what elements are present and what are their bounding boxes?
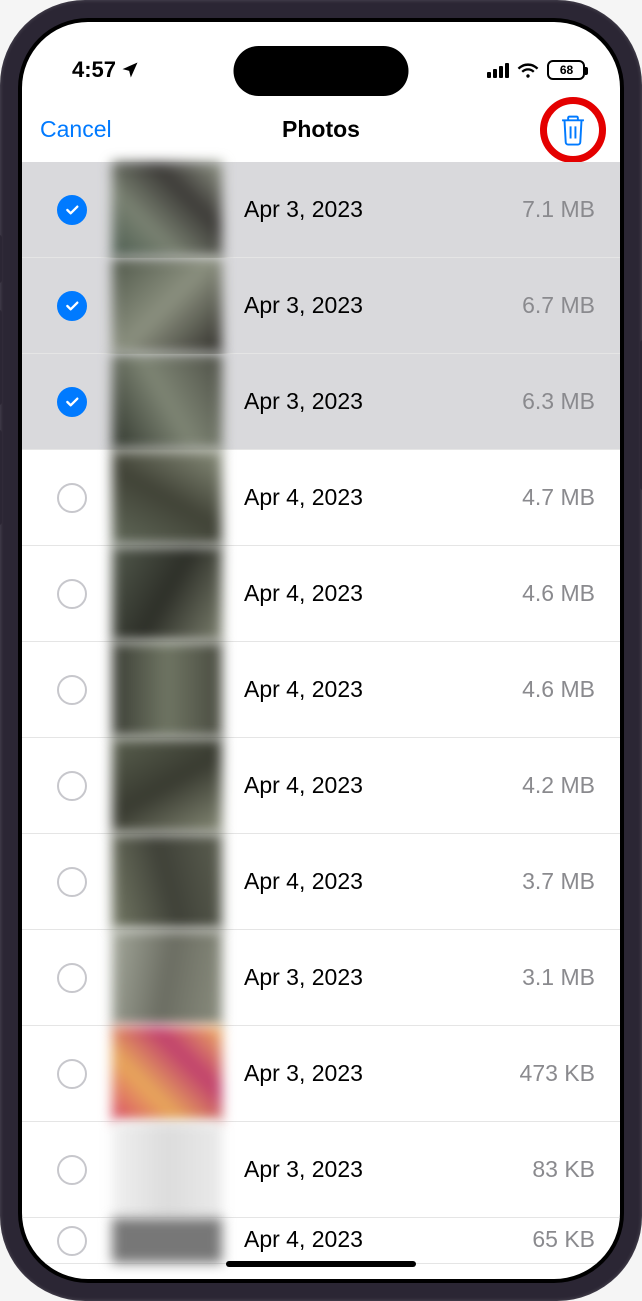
dynamic-island: [234, 46, 409, 96]
photo-size: 4.7 MB: [522, 484, 595, 511]
photo-date: Apr 4, 2023: [244, 1218, 532, 1253]
checkbox-empty-icon[interactable]: [57, 1226, 87, 1256]
photo-row[interactable]: Apr 3, 2023473 KB: [22, 1026, 620, 1122]
status-right: 68: [487, 60, 585, 80]
photo-size: 6.3 MB: [522, 388, 595, 415]
photo-thumbnail[interactable]: [112, 546, 222, 641]
photo-list[interactable]: Apr 3, 20237.1 MBApr 3, 20236.7 MBApr 3,…: [22, 162, 620, 1264]
location-icon: [120, 60, 140, 80]
photo-thumbnail[interactable]: [112, 258, 222, 353]
side-button-volume-down: [0, 430, 2, 525]
delete-button[interactable]: [544, 101, 602, 159]
photo-thumbnail[interactable]: [112, 450, 222, 545]
photo-row[interactable]: Apr 3, 20233.1 MB: [22, 930, 620, 1026]
page-title: Photos: [282, 116, 360, 143]
photo-thumbnail[interactable]: [112, 738, 222, 833]
photo-row[interactable]: Apr 4, 202365 KB: [22, 1218, 620, 1264]
battery-icon: 68: [547, 60, 585, 80]
checkbox-empty-icon[interactable]: [57, 867, 87, 897]
photo-thumbnail[interactable]: [112, 1026, 222, 1121]
photo-row[interactable]: Apr 4, 20234.2 MB: [22, 738, 620, 834]
checkmark-filled-icon[interactable]: [57, 387, 87, 417]
trash-icon: [558, 113, 588, 147]
photo-size: 7.1 MB: [522, 196, 595, 223]
photo-row[interactable]: Apr 3, 20237.1 MB: [22, 162, 620, 258]
photo-date: Apr 4, 2023: [244, 868, 522, 895]
checkbox-empty-icon[interactable]: [57, 483, 87, 513]
photo-date: Apr 3, 2023: [244, 292, 522, 319]
battery-level: 68: [560, 63, 573, 77]
home-indicator[interactable]: [226, 1261, 416, 1267]
photo-size: 3.1 MB: [522, 964, 595, 991]
photo-size: 4.6 MB: [522, 580, 595, 607]
checkbox-empty-icon[interactable]: [57, 1155, 87, 1185]
checkbox-empty-icon[interactable]: [57, 963, 87, 993]
photo-date: Apr 4, 2023: [244, 772, 522, 799]
photo-row[interactable]: Apr 4, 20234.6 MB: [22, 642, 620, 738]
photo-size: 4.6 MB: [522, 676, 595, 703]
photo-thumbnail[interactable]: [112, 1218, 222, 1263]
checkbox-empty-icon[interactable]: [57, 675, 87, 705]
checkmark-filled-icon[interactable]: [57, 195, 87, 225]
photo-date: Apr 3, 2023: [244, 388, 522, 415]
photo-thumbnail[interactable]: [112, 162, 222, 257]
status-time: 4:57: [72, 57, 116, 83]
photo-size: 3.7 MB: [522, 868, 595, 895]
photo-thumbnail[interactable]: [112, 1122, 222, 1217]
photo-size: 65 KB: [532, 1218, 595, 1253]
photo-thumbnail[interactable]: [112, 834, 222, 929]
checkbox-empty-icon[interactable]: [57, 771, 87, 801]
photo-row[interactable]: Apr 4, 20233.7 MB: [22, 834, 620, 930]
photo-thumbnail[interactable]: [112, 930, 222, 1025]
photo-date: Apr 3, 2023: [244, 964, 522, 991]
photo-date: Apr 3, 2023: [244, 196, 522, 223]
status-left: 4:57: [72, 57, 140, 83]
photo-size: 83 KB: [532, 1156, 595, 1183]
photo-row[interactable]: Apr 4, 20234.6 MB: [22, 546, 620, 642]
photo-size: 4.2 MB: [522, 772, 595, 799]
wifi-icon: [517, 61, 539, 79]
device-frame: 4:57 68: [0, 0, 642, 1301]
checkbox-empty-icon[interactable]: [57, 579, 87, 609]
checkbox-empty-icon[interactable]: [57, 1059, 87, 1089]
cellular-icon: [487, 62, 509, 78]
photo-date: Apr 4, 2023: [244, 484, 522, 511]
photo-date: Apr 4, 2023: [244, 580, 522, 607]
side-button-silence: [0, 235, 2, 283]
photo-row[interactable]: Apr 4, 20234.7 MB: [22, 450, 620, 546]
photo-thumbnail[interactable]: [112, 642, 222, 737]
photo-row[interactable]: Apr 3, 202383 KB: [22, 1122, 620, 1218]
checkmark-filled-icon[interactable]: [57, 291, 87, 321]
side-button-volume-up: [0, 310, 2, 405]
screen: 4:57 68: [22, 22, 620, 1279]
photo-row[interactable]: Apr 3, 20236.3 MB: [22, 354, 620, 450]
cancel-button[interactable]: Cancel: [40, 116, 112, 143]
photo-size: 6.7 MB: [522, 292, 595, 319]
photo-size: 473 KB: [520, 1060, 595, 1087]
photo-row[interactable]: Apr 3, 20236.7 MB: [22, 258, 620, 354]
nav-bar: Cancel Photos: [22, 97, 620, 162]
photo-date: Apr 3, 2023: [244, 1156, 532, 1183]
photo-thumbnail[interactable]: [112, 354, 222, 449]
photo-date: Apr 3, 2023: [244, 1060, 520, 1087]
photo-date: Apr 4, 2023: [244, 676, 522, 703]
